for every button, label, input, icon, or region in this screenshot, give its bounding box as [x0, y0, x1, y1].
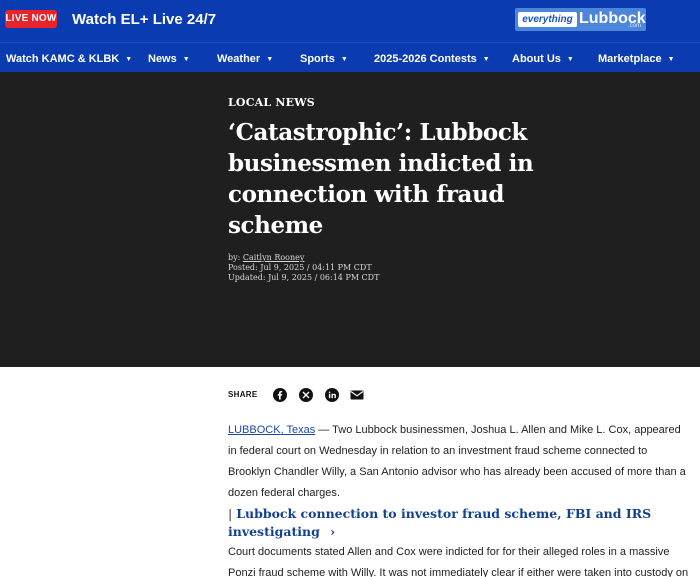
section-kicker[interactable]: LOCAL NEWS — [228, 96, 315, 109]
nav-item-label: Marketplace — [598, 53, 662, 65]
related-link-text: Lubbock connection to investor fraud sch… — [228, 506, 652, 539]
nav-item-marketplace[interactable]: Marketplace ▼ — [598, 52, 675, 67]
nav-item-contests[interactable]: 2025-2026 Contests ▼ — [374, 52, 490, 67]
site-logo[interactable]: everything Lubbock .com — [515, 8, 646, 31]
nav-item-label: About Us — [512, 53, 561, 65]
caret-down-icon: ▼ — [182, 56, 190, 63]
caret-down-icon: ▼ — [266, 56, 274, 63]
caret-down-icon: ▼ — [125, 56, 133, 63]
chevron-right-icon: › — [330, 524, 336, 539]
top-bar: LIVE NOW Watch EL+ Live 24/7 everything … — [0, 0, 700, 42]
nav-item-watch[interactable]: Watch KAMC & KLBK ▼ — [6, 52, 132, 67]
nav-item-news[interactable]: News ▼ — [148, 52, 190, 67]
related-article-link[interactable]: | Lubbock connection to investor fraud sc… — [228, 505, 688, 541]
article-byline: by: Caitlyn Rooney Posted: Jul 9, 2025 /… — [228, 253, 379, 283]
linkedin-icon[interactable] — [325, 388, 339, 402]
posted-date: Posted: Jul 9, 2025 / 04:11 PM CDT — [228, 263, 372, 272]
by-prefix: by: — [228, 253, 243, 262]
watch-live-link[interactable]: Watch EL+ Live 24/7 — [72, 10, 216, 30]
article-paragraph-2: Court documents stated Allen and Cox wer… — [228, 546, 689, 577]
nav-item-about[interactable]: About Us ▼ — [512, 52, 574, 67]
main-nav: Watch KAMC & KLBK ▼ News ▼ Weather ▼ Sports… — [0, 42, 700, 72]
article-headline: ‘Catastrophic’: Lubbock businessmen indi… — [228, 119, 534, 239]
nav-item-weather[interactable]: Weather ▼ — [217, 52, 273, 67]
email-icon[interactable] — [350, 388, 364, 402]
author-line: by: Caitlyn Rooney — [228, 253, 379, 263]
x-icon[interactable] — [299, 388, 313, 402]
author-link[interactable]: Caitlyn Rooney — [243, 253, 305, 262]
dateline-link[interactable]: LUBBOCK, Texas — [228, 424, 315, 436]
nav-item-label: 2025-2026 Contests — [374, 53, 477, 65]
nav-item-label: Weather — [217, 53, 261, 65]
nav-item-label: News — [148, 53, 177, 65]
share-label: SHARE — [228, 390, 258, 399]
updated-date: Updated: Jul 9, 2025 / 06:14 PM CDT — [228, 273, 380, 282]
nav-item-label: Watch KAMC & KLBK — [6, 53, 120, 65]
caret-down-icon: ▼ — [340, 56, 348, 63]
caret-down-icon: ▼ — [667, 56, 675, 63]
nav-item-sports[interactable]: Sports ▼ — [300, 52, 348, 67]
nav-item-label: Sports — [300, 53, 335, 65]
live-now-badge[interactable]: LIVE NOW — [5, 10, 57, 28]
logo-everything-text: everything — [518, 12, 577, 27]
facebook-icon[interactable] — [273, 388, 287, 402]
article-paragraph-1: LUBBOCK, Texas — Two Lubbock businessmen… — [228, 420, 692, 504]
logo-dotcom-text: .com — [628, 23, 642, 29]
caret-down-icon: ▼ — [482, 56, 490, 63]
related-divider: | — [228, 506, 233, 521]
caret-down-icon: ▼ — [566, 56, 574, 63]
